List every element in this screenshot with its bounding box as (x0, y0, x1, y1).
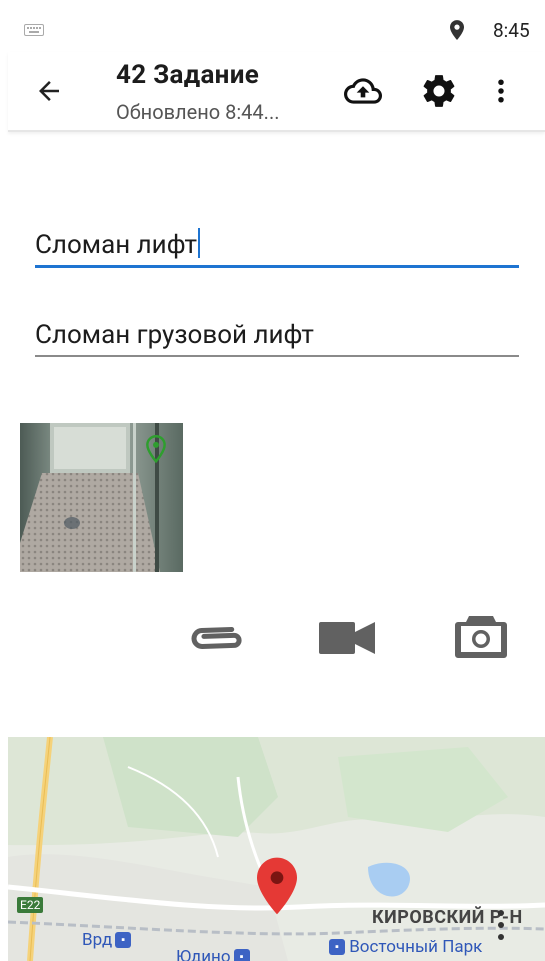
app-toolbar: 42 Задание Обновлено 8:44... (8, 52, 545, 132)
cloud-upload-icon[interactable] (344, 72, 382, 110)
location-pin-icon (450, 20, 464, 40)
more-vert-icon[interactable] (495, 907, 507, 943)
station-icon: ▪ (233, 949, 250, 961)
task-title-field[interactable]: Сломан лифт (35, 228, 519, 268)
status-bar: 8:45 (8, 0, 545, 52)
location-pin-icon (146, 435, 166, 463)
arrow-back-icon[interactable] (34, 76, 64, 106)
field-underline (35, 355, 519, 357)
camera-icon[interactable] (453, 612, 509, 660)
station-label: Врд ▪ (82, 930, 132, 950)
keyboard-icon (24, 24, 44, 36)
page-title: 42 Задание (116, 60, 260, 90)
task-title-value: Сломан лифт (35, 230, 198, 260)
photo-thumbnail[interactable] (20, 423, 183, 572)
map-view[interactable]: E22 КИРОВСКИЙ Р-Н Врд ▪ Юдино ▪ ▪ Восточны… (8, 737, 545, 961)
task-description-field[interactable]: Сломан грузовой лифт (35, 320, 519, 357)
field-underline-active (35, 265, 519, 268)
task-description-value: Сломан грузовой лифт (35, 320, 314, 350)
videocam-icon[interactable] (318, 618, 378, 658)
station-icon: ▪ (329, 939, 345, 955)
station-label: Юдино ▪ (176, 947, 250, 961)
more-vert-icon[interactable] (486, 74, 516, 108)
station-label: ▪ Восточный Парк (326, 937, 482, 957)
page-subtitle: Обновлено 8:44... (116, 100, 280, 124)
text-cursor (198, 228, 201, 258)
station-icon: ▪ (115, 932, 132, 948)
paperclip-icon[interactable] (184, 618, 248, 658)
road-label: E22 (17, 897, 44, 913)
map-marker-icon[interactable] (257, 857, 297, 915)
gear-icon[interactable] (420, 72, 458, 110)
status-time: 8:45 (493, 19, 530, 42)
app-screen: 8:45 42 Задание Обновлено 8:44... Сломан… (8, 0, 545, 961)
